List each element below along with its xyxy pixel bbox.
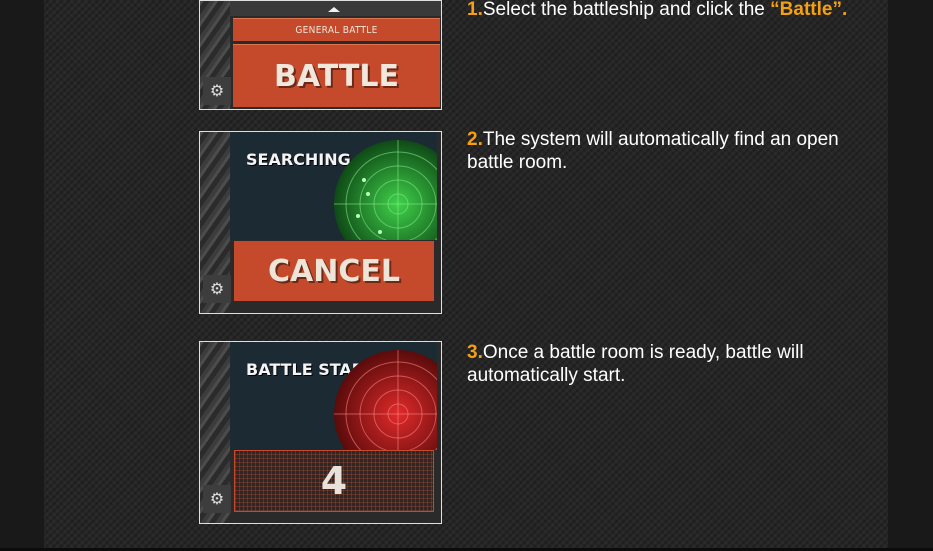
- screenshot-general-battle: GENERAL BATTLE BATTLE ⚙: [199, 0, 442, 110]
- step-highlight: “Battle”.: [770, 0, 848, 20]
- radar-icon: [334, 350, 437, 450]
- gear-icon[interactable]: ⚙: [203, 485, 231, 513]
- battle-start-screen: BATTLE START: [230, 342, 437, 450]
- step-number: 3.: [467, 342, 483, 363]
- left-margin: [0, 0, 44, 551]
- countdown-display: 4: [234, 450, 434, 512]
- screenshot-searching: SEARCHING CANCEL ⚙: [199, 131, 442, 314]
- searching-screen: SEARCHING: [230, 132, 437, 240]
- step-2: 2.The system will automatically find an …: [467, 128, 867, 174]
- step-text: The system will automatically find an op…: [467, 129, 839, 173]
- gear-icon[interactable]: ⚙: [203, 275, 231, 303]
- battle-button[interactable]: BATTLE: [233, 44, 440, 107]
- screenshot-battle-start: BATTLE START 4 ⚙: [199, 341, 442, 524]
- right-margin: [888, 0, 933, 551]
- step-1: 1.Select the battleship and click the “B…: [467, 0, 867, 21]
- step-text: Select the battleship and click the: [482, 0, 771, 20]
- step-text: Once a battle room is ready, battle will…: [467, 342, 804, 386]
- content-panel: [44, 0, 888, 548]
- step-number: 2.: [467, 129, 483, 150]
- expand-arrow-icon[interactable]: [328, 7, 340, 12]
- step-number: 1.: [467, 0, 483, 20]
- step-3: 3.Once a battle room is ready, battle wi…: [467, 341, 867, 387]
- radar-icon: [334, 140, 437, 240]
- gear-icon[interactable]: ⚙: [203, 77, 231, 105]
- cancel-button[interactable]: CANCEL: [234, 241, 434, 301]
- mode-label[interactable]: GENERAL BATTLE: [233, 18, 440, 41]
